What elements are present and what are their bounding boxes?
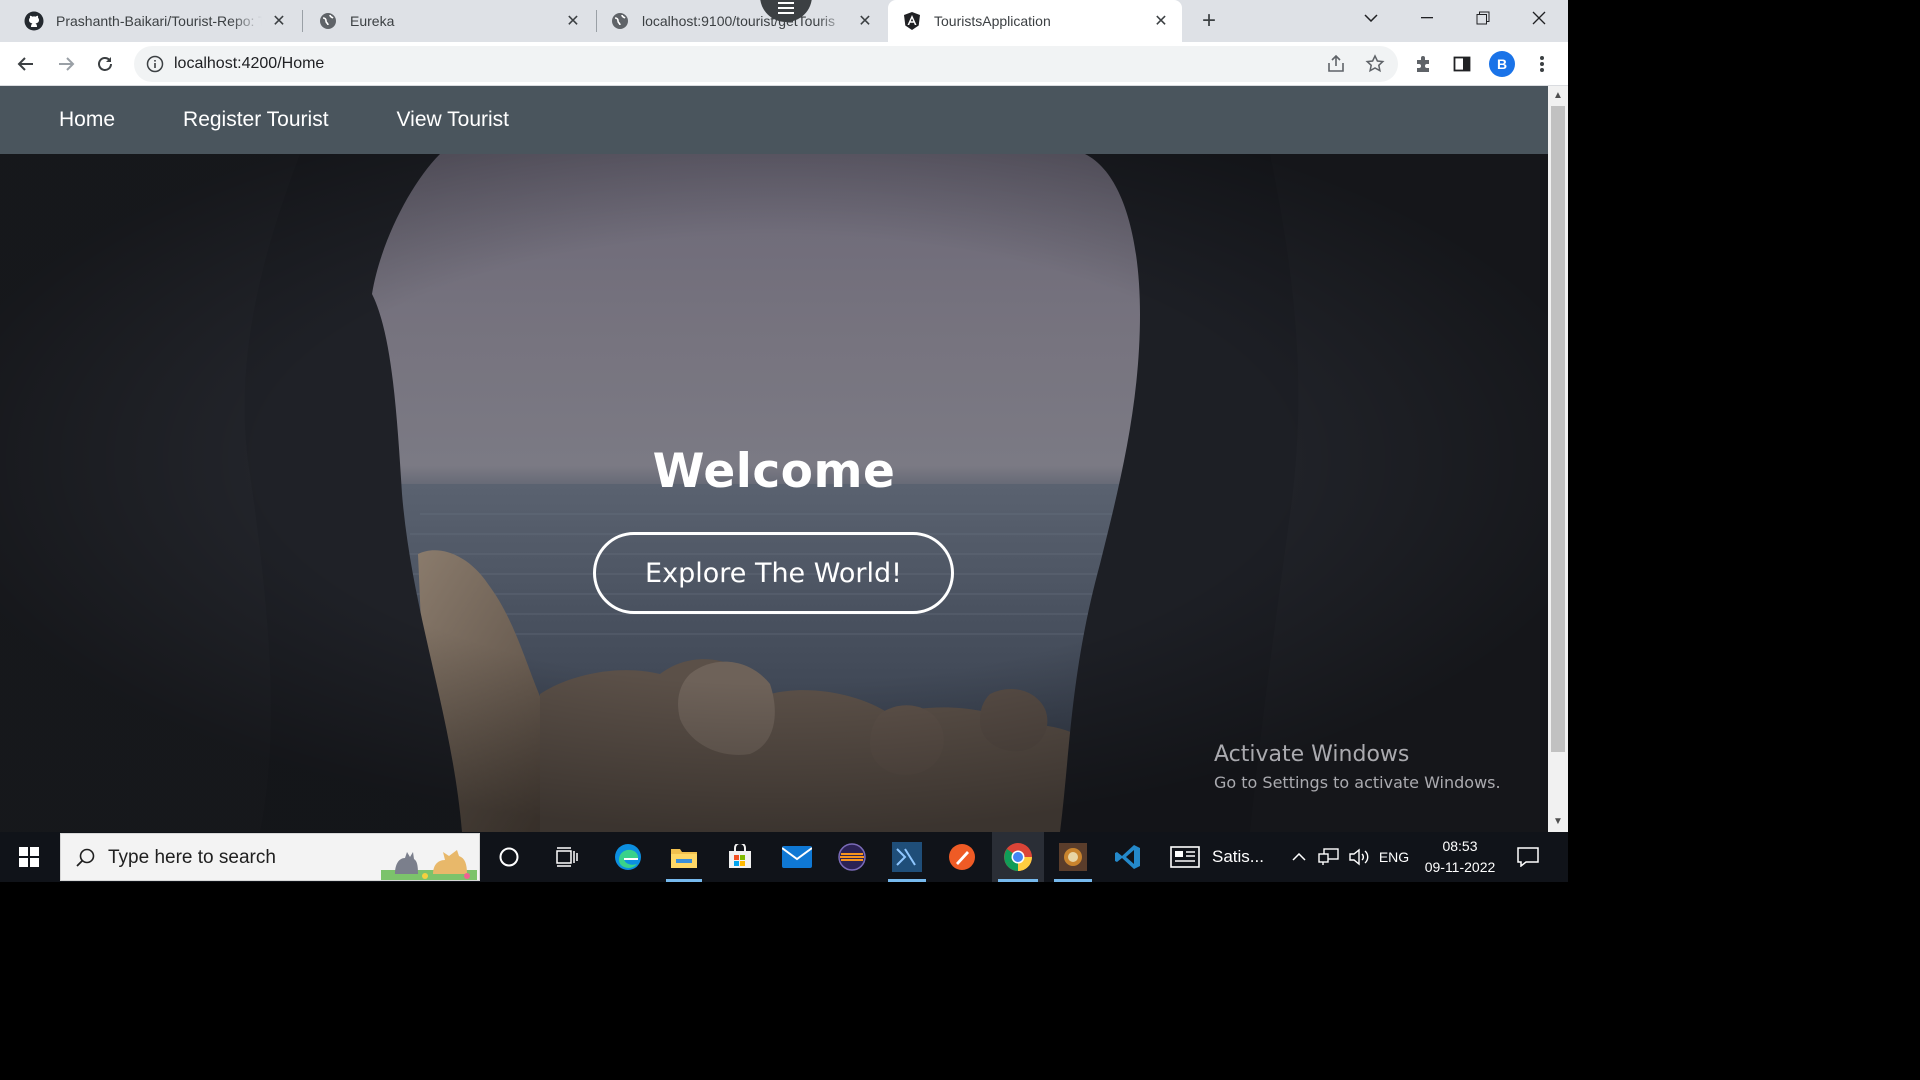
search-highlight-cat-dog-illustration xyxy=(381,850,477,880)
share-icon[interactable] xyxy=(1324,52,1348,76)
angular-icon xyxy=(902,11,922,31)
postman-icon[interactable] xyxy=(938,832,986,882)
close-tab-icon[interactable]: ✕ xyxy=(1150,10,1172,32)
profile-avatar[interactable]: B xyxy=(1489,51,1515,77)
more-menu-icon[interactable] xyxy=(1530,52,1554,76)
forward-button[interactable] xyxy=(52,50,80,78)
start-button[interactable] xyxy=(0,832,58,882)
app-game-icon[interactable] xyxy=(1048,832,1098,882)
system-clock[interactable]: 08:53 09-11-2022 xyxy=(1418,836,1502,878)
screen: Prashanth-Baikari/Tourist-Repo: T ✕ Eure… xyxy=(0,0,1568,882)
volume-icon[interactable] xyxy=(1346,832,1372,882)
nav-link-register-tourist[interactable]: Register Tourist xyxy=(183,108,329,132)
search-icon xyxy=(76,848,95,867)
explore-world-button[interactable]: Explore The World! xyxy=(593,532,954,614)
browser-tab-github[interactable]: Prashanth-Baikari/Tourist-Repo: T ✕ xyxy=(0,0,300,42)
running-indicator xyxy=(998,879,1038,882)
browser-tab-strip: Prashanth-Baikari/Tourist-Repo: T ✕ Eure… xyxy=(0,0,1568,42)
clock-time: 08:53 xyxy=(1442,838,1478,854)
hero-heading: Welcome xyxy=(652,444,896,499)
news-icon xyxy=(1170,846,1200,868)
clock-date: 09-11-2022 xyxy=(1424,859,1496,875)
extensions-puzzle-icon[interactable] xyxy=(1411,52,1435,76)
site-info-icon[interactable] xyxy=(146,55,164,73)
minimize-button[interactable] xyxy=(1400,0,1454,36)
notification-center-icon[interactable] xyxy=(1508,832,1548,882)
file-explorer-icon[interactable] xyxy=(660,832,708,882)
news-label: Satis... xyxy=(1212,847,1264,866)
url-text[interactable]: localhost:4200/Home xyxy=(174,55,324,73)
microsoft-store-icon[interactable] xyxy=(716,832,764,882)
show-hidden-icons-chevron-icon[interactable] xyxy=(1288,832,1310,882)
running-indicator xyxy=(888,879,926,882)
close-tab-icon[interactable]: ✕ xyxy=(854,10,876,32)
scroll-down-arrow-icon[interactable]: ▼ xyxy=(1553,816,1563,827)
running-indicator xyxy=(1054,879,1092,882)
task-view-icon[interactable] xyxy=(544,832,590,882)
vscode-icon[interactable] xyxy=(1104,832,1152,882)
hero-section: Welcome Explore The World! xyxy=(0,154,1548,832)
watermark-title: Activate Windows xyxy=(1214,742,1410,767)
close-tab-icon[interactable]: ✕ xyxy=(562,10,584,32)
scrollbar-thumb[interactable] xyxy=(1551,106,1565,752)
eclipse-ide-icon[interactable] xyxy=(828,832,876,882)
tab-title: localhost:9100/tourist/getTouris xyxy=(642,13,835,29)
globe-icon xyxy=(610,11,630,31)
mail-icon[interactable] xyxy=(772,832,822,882)
running-indicator xyxy=(666,879,702,882)
browser-tab-eureka[interactable]: Eureka ✕ xyxy=(294,0,594,42)
spring-tool-suite-icon[interactable] xyxy=(882,832,932,882)
close-tab-icon[interactable]: ✕ xyxy=(268,10,290,32)
page-scrollbar[interactable]: ▲ ▼ xyxy=(1548,86,1568,832)
nav-link-view-tourist[interactable]: View Tourist xyxy=(397,108,509,132)
reload-button[interactable] xyxy=(91,50,119,78)
watermark-subtitle: Go to Settings to activate Windows. xyxy=(1214,773,1501,792)
globe-icon xyxy=(318,11,338,31)
tab-title: TouristsApplication xyxy=(934,13,1051,29)
taskbar-search-box[interactable]: Type here to search xyxy=(60,833,480,881)
browser-tab-localhost-9100[interactable]: localhost:9100/tourist/getTouris ✕ xyxy=(586,0,886,42)
activate-windows-watermark: Activate Windows Go to Settings to activ… xyxy=(1214,742,1501,792)
tab-title: Prashanth-Baikari/Tourist-Repo: T xyxy=(56,13,262,29)
windows-taskbar: Type here to search Satis... ENG 08:53 0… xyxy=(0,832,1568,882)
browser-toolbar: localhost:4200/Home B xyxy=(0,42,1568,86)
windows-logo-icon xyxy=(19,847,39,867)
github-icon xyxy=(24,11,44,31)
back-button[interactable] xyxy=(12,50,40,78)
bookmark-star-icon[interactable] xyxy=(1363,52,1387,76)
tab-list-chevron-icon[interactable] xyxy=(1344,0,1398,36)
network-icon[interactable] xyxy=(1316,832,1342,882)
restore-button[interactable] xyxy=(1456,0,1510,36)
scroll-up-arrow-icon[interactable]: ▲ xyxy=(1553,90,1563,101)
chrome-icon[interactable] xyxy=(992,832,1044,882)
address-bar[interactable]: localhost:4200/Home xyxy=(134,46,1398,82)
close-window-button[interactable] xyxy=(1512,0,1566,36)
side-panel-icon[interactable] xyxy=(1450,52,1474,76)
edge-browser-icon[interactable] xyxy=(604,832,652,882)
cortana-icon[interactable] xyxy=(486,832,532,882)
app-navbar: Home Register Tourist View Tourist xyxy=(0,86,1548,154)
browser-tab-tourists-application[interactable]: TouristsApplication ✕ xyxy=(888,0,1182,42)
web-page: Home Register Tourist View Tourist Welco… xyxy=(0,86,1548,832)
input-language-indicator[interactable]: ENG xyxy=(1376,832,1412,882)
nav-link-home[interactable]: Home xyxy=(59,108,115,132)
search-placeholder: Type here to search xyxy=(108,847,276,868)
language-label: ENG xyxy=(1378,849,1410,865)
new-tab-button[interactable]: + xyxy=(1196,7,1222,34)
news-widget[interactable]: Satis... xyxy=(1170,832,1270,882)
tab-title: Eureka xyxy=(350,13,395,29)
